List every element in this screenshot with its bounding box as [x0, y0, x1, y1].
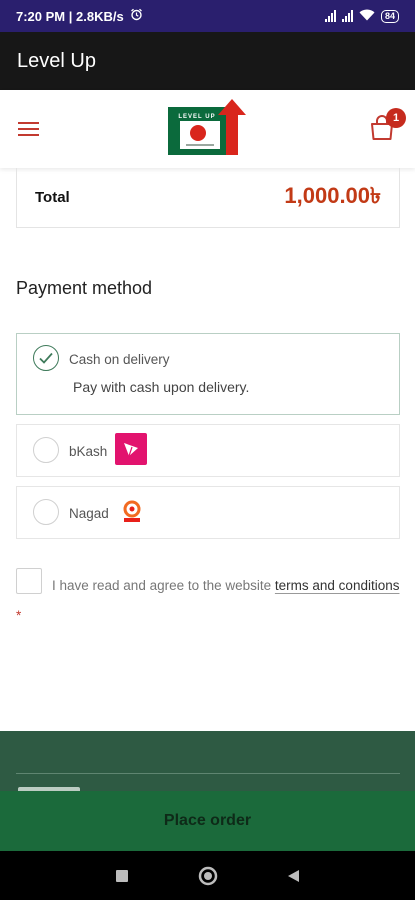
- place-order-button[interactable]: Place order: [0, 791, 415, 851]
- home-button[interactable]: [178, 851, 238, 900]
- payment-method-title: Payment method: [16, 278, 153, 298]
- terms-text: I have read and agree to the website ter…: [16, 571, 400, 631]
- signal-icon: [341, 10, 353, 22]
- cod-description: Pay with cash upon delivery.: [73, 379, 250, 395]
- wifi-icon: [359, 9, 375, 24]
- cod-radio[interactable]: [33, 345, 59, 371]
- svg-text:LEVEL UP: LEVEL UP: [178, 114, 215, 120]
- bkash-label: bKash: [69, 444, 108, 459]
- required-marker: *: [16, 608, 22, 623]
- bkash-logo-icon: [115, 433, 147, 465]
- status-bar: 7:20 PM | 2.8KB/s 84: [0, 0, 415, 32]
- footer-divider: [16, 773, 400, 774]
- cod-label: Cash on delivery: [69, 352, 170, 367]
- total-value: 1,000.00৳: [284, 183, 381, 208]
- site-logo[interactable]: LEVEL UP: [166, 97, 250, 159]
- nagad-logo-icon: [121, 500, 143, 524]
- app-title: Level Up: [17, 49, 96, 72]
- payment-option-cod[interactable]: Cash on delivery Pay with cash upon deli…: [16, 333, 400, 415]
- nagad-radio[interactable]: [33, 499, 59, 525]
- bkash-radio[interactable]: [33, 437, 59, 463]
- site-header: LEVEL UP: [0, 90, 415, 168]
- menu-icon[interactable]: [18, 122, 39, 136]
- system-nav-bar: [0, 851, 415, 900]
- total-label: Total: [35, 189, 70, 206]
- cart-count-badge: 1: [386, 108, 406, 128]
- terms-text-before: I have read and agree to the website: [52, 578, 275, 593]
- nagad-label: Nagad: [69, 506, 109, 521]
- terms-link[interactable]: terms and conditions: [275, 578, 400, 593]
- payment-option-bkash[interactable]: bKash: [16, 424, 400, 477]
- alarm-icon: [130, 8, 143, 24]
- status-time-speed: 7:20 PM | 2.8KB/s: [16, 8, 124, 24]
- payment-option-nagad[interactable]: Nagad: [16, 486, 400, 539]
- battery-icon: 84: [380, 9, 399, 23]
- back-button[interactable]: [263, 851, 323, 900]
- recents-button[interactable]: [92, 851, 152, 900]
- app-bar: Level Up: [0, 32, 415, 90]
- order-total-row: Total 1,000.00৳: [16, 168, 400, 228]
- signal-icon: [324, 10, 336, 22]
